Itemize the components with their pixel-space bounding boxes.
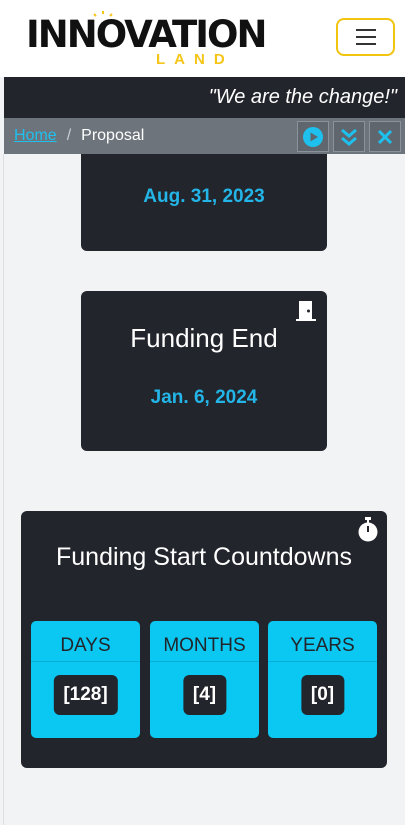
breadcrumb: Home / Proposal bbox=[4, 118, 405, 154]
hamburger-icon bbox=[355, 29, 376, 31]
play-button[interactable] bbox=[297, 121, 329, 152]
countdown-years: YEARS [0] bbox=[268, 621, 377, 738]
double-chevron-down-icon bbox=[341, 128, 357, 146]
countdown-years-value: [0] bbox=[300, 675, 345, 715]
close-icon bbox=[377, 129, 393, 144]
funding-start-date: Aug. 31, 2023 bbox=[143, 186, 265, 207]
countdown-days-value: [128] bbox=[53, 675, 118, 715]
logo-wordmark: INNOVATION bbox=[26, 12, 267, 56]
funding-end-date: Jan. 6, 2024 bbox=[150, 387, 258, 408]
page-left-border bbox=[3, 154, 4, 825]
site-header: INNOVATION LAND bbox=[0, 0, 405, 77]
breadcrumb-actions bbox=[297, 121, 401, 152]
tagline-text: "We are the change!" bbox=[208, 86, 397, 108]
countdown-title: Funding Start Countdowns bbox=[55, 543, 352, 571]
menu-toggle-button[interactable] bbox=[336, 18, 395, 56]
door-icon bbox=[296, 301, 316, 321]
countdown-months-label: MONTHS bbox=[163, 635, 246, 656]
collapse-button[interactable] bbox=[333, 121, 365, 152]
countdown-years-label: YEARS bbox=[290, 635, 355, 656]
countdown-months: MONTHS [4] bbox=[150, 621, 259, 738]
funding-countdown-card: Funding Start Countdowns DAYS [128] MONT… bbox=[21, 511, 387, 768]
countdown-months-value: [4] bbox=[182, 675, 227, 715]
breadcrumb-separator: / bbox=[66, 127, 72, 144]
breadcrumb-current: Proposal bbox=[81, 127, 145, 144]
countdown-days: DAYS [128] bbox=[31, 621, 140, 738]
countdown-days-label: DAYS bbox=[60, 635, 111, 656]
tagline-bar: "We are the change!" bbox=[4, 77, 405, 118]
breadcrumb-home-link[interactable]: Home bbox=[14, 127, 57, 145]
close-button[interactable] bbox=[369, 121, 401, 152]
stopwatch-icon bbox=[358, 517, 378, 542]
funding-end-card: Funding End Jan. 6, 2024 bbox=[81, 291, 327, 451]
funding-end-title: Funding End bbox=[130, 323, 278, 353]
logo-subtext: LAND bbox=[156, 50, 234, 68]
site-logo[interactable]: INNOVATION LAND bbox=[26, 10, 267, 68]
play-icon bbox=[303, 126, 323, 147]
